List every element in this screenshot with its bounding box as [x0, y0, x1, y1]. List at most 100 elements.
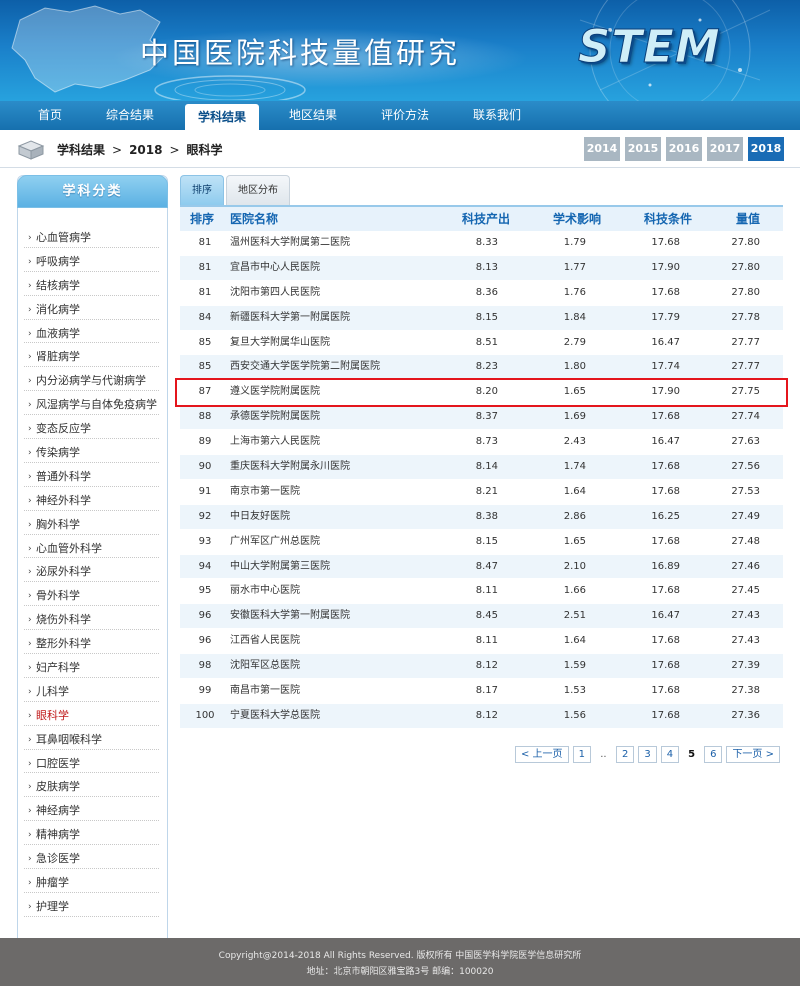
year-button-2014[interactable]: 2014	[584, 137, 620, 161]
cell-hospital-name[interactable]: 中山大学附属第三医院	[230, 555, 460, 579]
table-row: 81 宜昌市中心人民医院 8.13 1.77 17.90 27.80	[180, 255, 783, 281]
sidebar-item[interactable]: › 传染病学	[24, 439, 159, 463]
cell-hospital-name[interactable]: 新疆医科大学第一附属医院	[230, 306, 460, 330]
cell-rank: 81	[198, 286, 212, 298]
cell-output: 8.11	[475, 635, 498, 647]
sidebar-item[interactable]: › 血液病学	[24, 320, 159, 344]
cell-rank: 99	[198, 685, 212, 697]
year-button-2016[interactable]: 2016	[666, 137, 702, 161]
sidebar-item[interactable]: › 普通外科学	[24, 463, 159, 487]
nav-tab-contact-us[interactable]: 联系我们	[460, 101, 534, 130]
next-page-button[interactable]: 下一页 >	[726, 746, 780, 763]
sidebar-item[interactable]: › 心血管外科学	[24, 535, 159, 559]
nav-tab-evaluation-method[interactable]: 评价方法	[368, 101, 442, 130]
breadcrumb-item-discipline[interactable]: 学科结果	[57, 143, 105, 157]
tab-regional-distribution[interactable]: 地区分布	[226, 175, 290, 205]
cell-score: 27.80	[731, 286, 760, 298]
sidebar-item[interactable]: › 泌尿外科学	[24, 558, 159, 583]
column-header-conditions: 科技条件	[644, 212, 693, 226]
cell-hospital-name[interactable]: 沈阳军区总医院	[230, 654, 460, 678]
cell-hospital-name[interactable]: 西安交通大学医学院第二附属医院	[230, 355, 460, 379]
sidebar-item[interactable]: › 皮肤病学	[24, 773, 159, 798]
year-button-2017[interactable]: 2017	[707, 137, 743, 161]
table-row: 89 上海市第六人民医院 8.73 2.43 16.47 27.63	[180, 430, 783, 456]
sidebar-item[interactable]: › 胸外科学	[24, 511, 159, 535]
sidebar-item[interactable]: › 整形外科学	[24, 630, 159, 655]
sidebar-item[interactable]: › 神经外科学	[24, 487, 159, 511]
sidebar-item[interactable]: › 呼吸病学	[24, 248, 159, 272]
nav-tab-regional-results[interactable]: 地区结果	[276, 101, 350, 130]
cell-hospital-name[interactable]: 江西省人民医院	[230, 629, 460, 653]
page-button-3[interactable]: 3	[638, 746, 657, 763]
sidebar-item[interactable]: › 烧伤外科学	[24, 606, 159, 631]
sidebar-item[interactable]: › 急诊医学	[24, 845, 159, 870]
sidebar-item[interactable]: › 变态反应学	[24, 415, 159, 440]
cell-hospital-name[interactable]: 宁夏医科大学总医院	[230, 704, 460, 728]
footer-copyright: Copyright@2014-2018 All Rights Reserved.…	[218, 951, 582, 961]
stem-logo[interactable]: STEM	[578, 24, 721, 70]
tab-ranking[interactable]: 排序	[180, 175, 224, 205]
cell-hospital-name[interactable]: 丽水市中心医院	[230, 579, 460, 603]
table-row: 87 遵义医学院附属医院 8.20 1.65 17.90 27.75	[180, 380, 783, 406]
year-button-2015[interactable]: 2015	[625, 137, 661, 161]
breadcrumb-bar: 学科结果 >2018 > 眼科学 2014 2015 2016 2017 2018	[0, 130, 800, 168]
sidebar-item[interactable]: › 消化病学	[24, 296, 159, 320]
breadcrumb-item-year[interactable]: 2018	[129, 143, 162, 157]
page-button-1[interactable]: 1	[572, 746, 591, 763]
sidebar-item[interactable]: › 护理学	[24, 893, 159, 917]
chevron-right-icon: ›	[28, 901, 32, 912]
cell-hospital-name[interactable]: 宜昌市中心人民医院	[230, 256, 460, 280]
cell-conditions: 17.68	[651, 461, 680, 473]
table-row: 95 丽水市中心医院 8.11 1.66 17.68 27.45	[180, 579, 783, 605]
sidebar-item[interactable]: › 风湿病学与自体免疫病学	[24, 391, 159, 416]
prev-page-button[interactable]: < 上一页	[515, 746, 569, 763]
year-button-2018[interactable]: 2018	[748, 137, 784, 161]
cell-hospital-name[interactable]: 承德医学院附属医院	[230, 405, 460, 429]
chevron-right-icon: ›	[28, 830, 32, 841]
cell-impact: 1.59	[563, 660, 586, 672]
sidebar-item[interactable]: › 肾脏病学	[24, 343, 159, 368]
sidebar-item[interactable]: › 内分泌病学与代谢病学	[24, 367, 159, 392]
cell-hospital-name[interactable]: 中日友好医院	[230, 505, 460, 529]
sidebar-item-label: 普通外科学	[36, 469, 91, 483]
cell-output: 8.11	[475, 585, 498, 597]
sidebar-item[interactable]: › 妇产科学	[24, 654, 159, 678]
sidebar-item[interactable]: › 结核病学	[24, 272, 159, 296]
cell-hospital-name[interactable]: 南昌市第一医院	[230, 679, 460, 703]
cell-hospital-name[interactable]: 遵义医学院附属医院	[230, 380, 460, 404]
cell-conditions: 17.90	[651, 386, 680, 398]
cell-output: 8.37	[475, 411, 498, 423]
table-row: 96 江西省人民医院 8.11 1.64 17.68 27.43	[180, 629, 783, 655]
table-row: 92 中日友好医院 8.38 2.86 16.25 27.49	[180, 504, 783, 530]
sidebar-item[interactable]: › 儿科学	[24, 678, 159, 702]
cell-rank: 96	[198, 610, 212, 622]
sidebar-list: › 心血管病学 › 呼吸病学 › 结核病学 › 消化病学 › 血液病学 › 肾脏病学 › 内分泌病学与代谢…	[18, 224, 167, 917]
cell-hospital-name[interactable]: 安徽医科大学第一附属医院	[230, 604, 460, 628]
nav-tab-discipline-results[interactable]: 学科结果	[185, 104, 259, 130]
sidebar-item[interactable]: › 神经病学	[24, 797, 159, 822]
sidebar-item[interactable]: › 心血管病学	[24, 224, 159, 248]
table-row: 100 宁夏医科大学总医院 8.12 1.56 17.68 27.36	[180, 703, 783, 729]
sidebar-item[interactable]: › 眼科学	[24, 702, 159, 726]
cell-hospital-name[interactable]: 温州医科大学附属第二医院	[230, 231, 460, 255]
page-button-4[interactable]: 4	[660, 746, 680, 763]
cell-hospital-name[interactable]: 上海市第六人民医院	[230, 430, 460, 454]
cell-hospital-name[interactable]: 重庆医科大学附属永川医院	[230, 455, 460, 479]
cell-output: 8.23	[475, 361, 498, 373]
page-button-6[interactable]: 6	[704, 746, 723, 763]
page-button-2[interactable]: 2	[615, 746, 635, 763]
sidebar-header: 学科分类	[17, 175, 168, 208]
nav-tab-overall-results[interactable]: 综合结果	[92, 101, 168, 130]
cell-hospital-name[interactable]: 复旦大学附属华山医院	[230, 331, 460, 355]
sidebar-item[interactable]: › 肿瘤学	[24, 869, 159, 893]
sidebar-item[interactable]: › 精神病学	[24, 821, 159, 846]
cell-hospital-name[interactable]: 沈阳市第四人民医院	[230, 281, 460, 305]
cell-hospital-name[interactable]: 广州军区广州总医院	[230, 530, 460, 554]
sidebar-item[interactable]: › 耳鼻咽喉科学	[24, 726, 159, 750]
sidebar-item[interactable]: › 骨外科学	[24, 582, 159, 607]
cell-hospital-name[interactable]: 南京市第一医院	[230, 480, 460, 504]
sidebar-item[interactable]: › 口腔医学	[24, 750, 159, 774]
breadcrumb-separator: >	[169, 143, 180, 157]
nav-tab-home[interactable]: 首页	[18, 101, 82, 130]
table-row: 98 沈阳军区总医院 8.12 1.59 17.68 27.39	[180, 654, 783, 680]
